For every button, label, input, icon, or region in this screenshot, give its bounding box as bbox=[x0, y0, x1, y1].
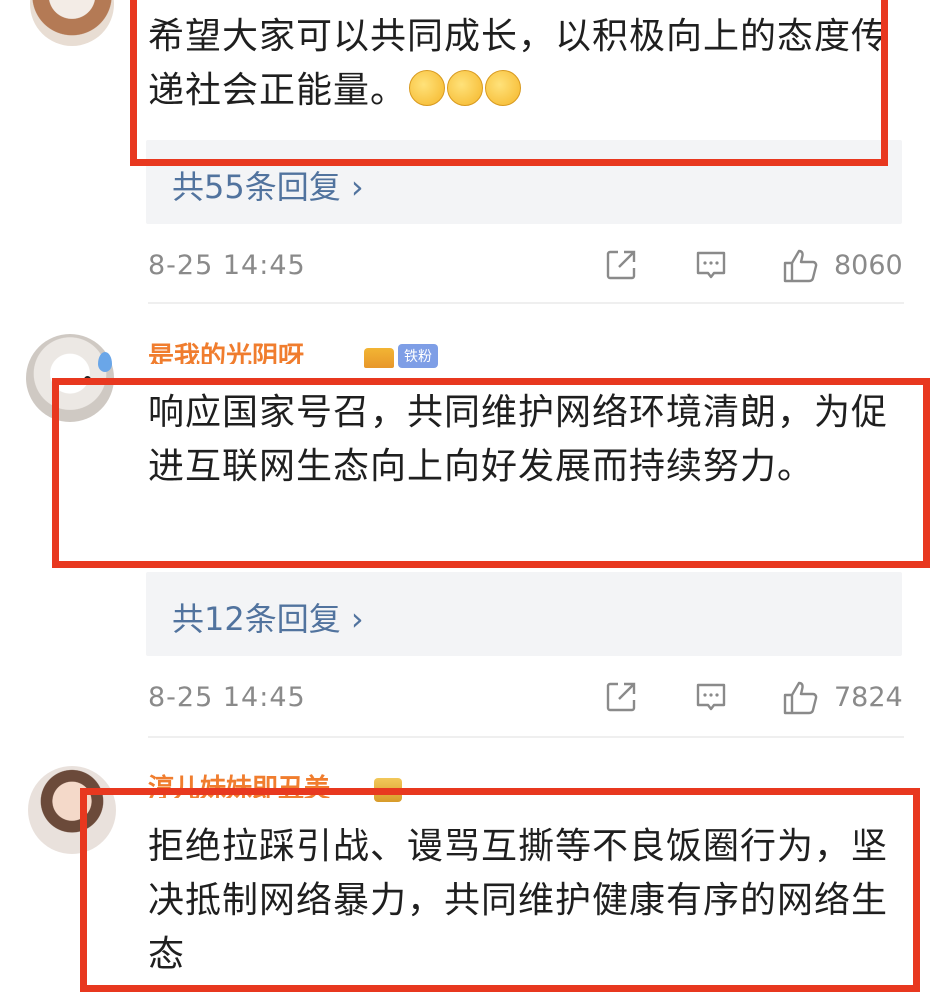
crown-icon bbox=[374, 778, 402, 802]
thumbs-up-icon[interactable] bbox=[782, 680, 820, 720]
chevron-right-icon: › bbox=[350, 600, 364, 638]
share-icon[interactable] bbox=[604, 248, 638, 286]
blush-emoji-icon bbox=[485, 70, 522, 106]
comment-meta: 8-25 14:45 7824 bbox=[148, 678, 904, 718]
chevron-right-icon: › bbox=[350, 168, 364, 206]
avatar-eye bbox=[84, 376, 91, 383]
timestamp: 8-25 14:45 bbox=[148, 682, 306, 713]
like-count: 7824 bbox=[834, 682, 903, 713]
comment-icon[interactable] bbox=[694, 248, 728, 286]
comment-meta: 8-25 14:45 8060 bbox=[148, 246, 904, 286]
divider bbox=[148, 736, 904, 738]
comment-icon[interactable] bbox=[694, 680, 728, 718]
comment-text: 响应国家号召，共同维护网络环境清朗，为促进互联网生态向上向好发展而持续努力。 bbox=[148, 392, 889, 487]
username[interactable]: 是我的光阴呀 bbox=[148, 340, 304, 364]
replies-panel[interactable]: 共55条回复 › bbox=[146, 140, 902, 224]
share-icon[interactable] bbox=[604, 680, 638, 718]
username[interactable]: 淳儿妹妹即丑美 bbox=[148, 772, 330, 798]
like-count: 8060 bbox=[834, 250, 903, 281]
comment-text: 希望大家可以共同成长，以积极向上的态度传递社会正能量。 bbox=[148, 16, 889, 111]
user-avatar[interactable] bbox=[26, 334, 114, 422]
divider bbox=[148, 302, 904, 304]
view-replies-link[interactable]: 共55条回复 › bbox=[172, 162, 364, 208]
user-avatar[interactable] bbox=[30, 0, 114, 46]
blush-emoji-icon bbox=[447, 70, 484, 106]
verified-drop-icon bbox=[98, 352, 112, 372]
timestamp: 8-25 14:45 bbox=[148, 250, 306, 281]
replies-panel[interactable]: 共12条回复 › bbox=[146, 572, 902, 656]
fan-badge: 铁粉 bbox=[398, 344, 438, 368]
avatar-eye bbox=[64, 378, 71, 385]
blush-emoji-icon bbox=[409, 70, 446, 106]
user-avatar[interactable] bbox=[28, 766, 116, 854]
crown-icon bbox=[364, 348, 394, 368]
thumbs-up-icon[interactable] bbox=[782, 248, 820, 288]
view-replies-link[interactable]: 共12条回复 › bbox=[172, 594, 364, 640]
comment-text: 拒绝拉踩引战、谩骂互撕等不良饭圈行为，坚决抵制网络暴力，共同维护健康有序的网络生… bbox=[148, 826, 889, 975]
